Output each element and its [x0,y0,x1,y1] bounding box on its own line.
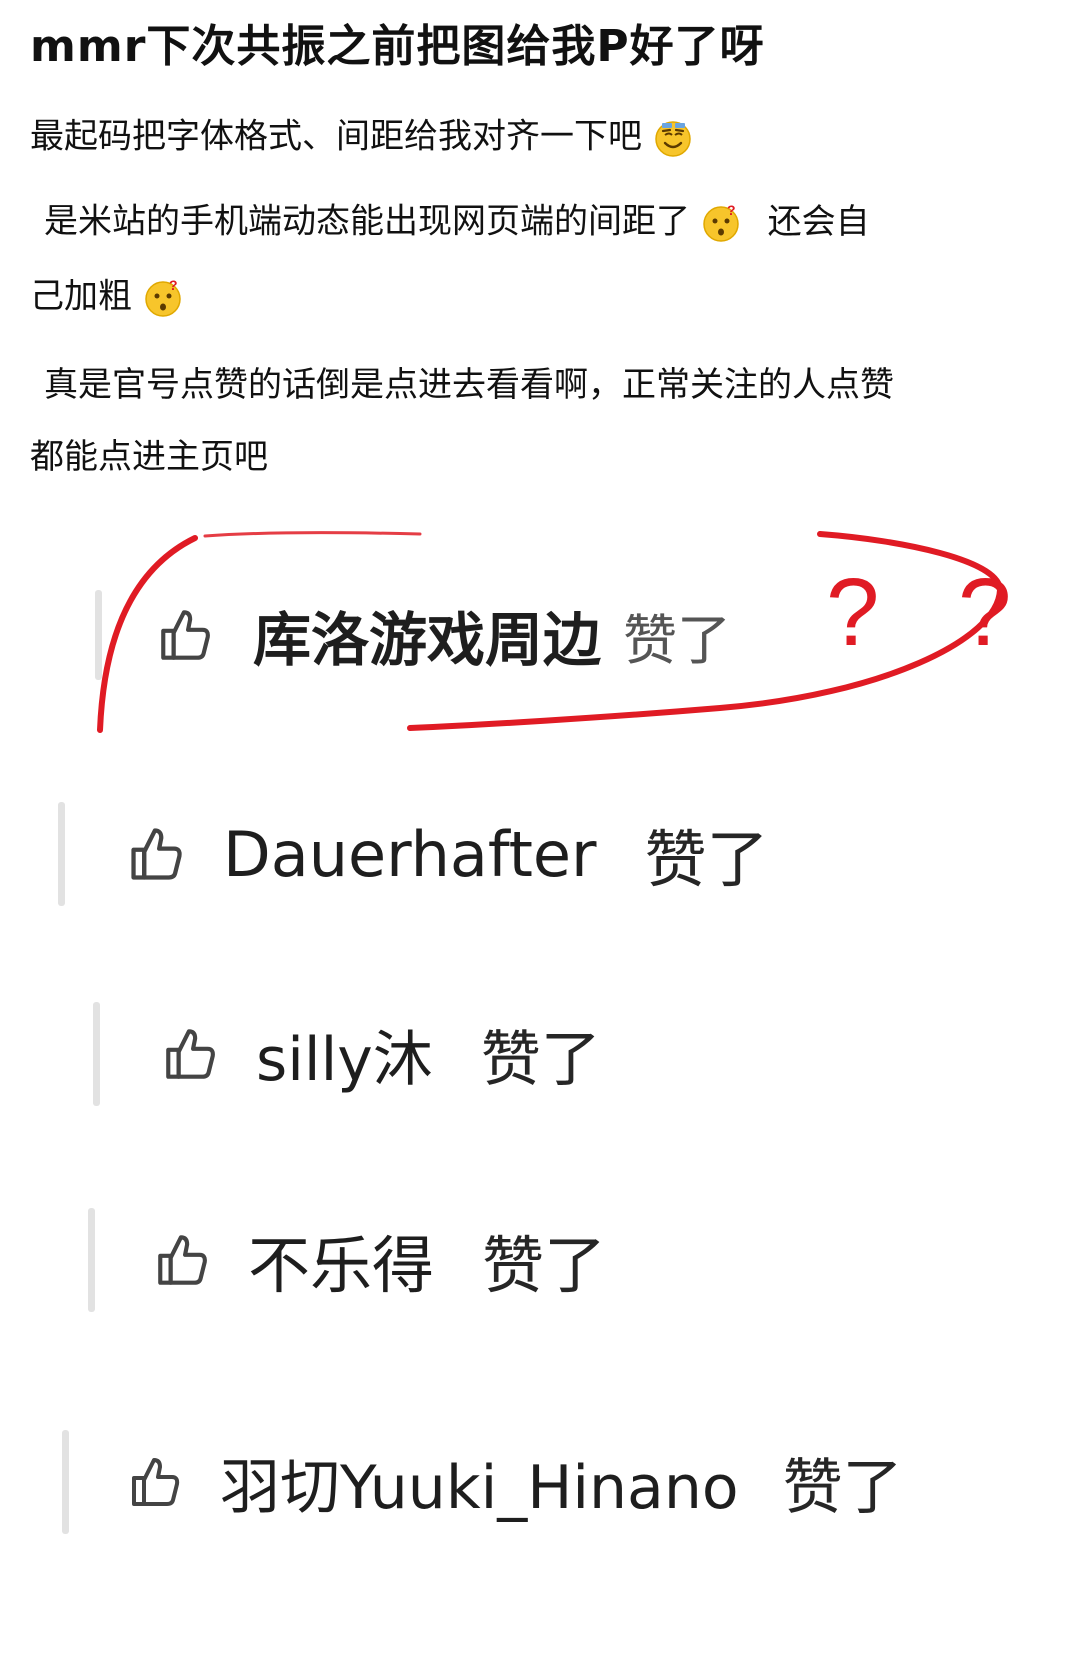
like-user-name[interactable]: 羽切Yuuki_Hinano [220,1439,739,1526]
like-user-name[interactable]: Dauerhafter [223,818,597,891]
post-line-2-cont: 己加粗 ? [30,278,183,318]
row-divider-bar [88,1208,95,1312]
post-line-3a: 真是官号点赞的话倒是点进去看看啊，正常关注的人点赞 [44,365,894,405]
red-circle-annotation: ? ? [97,531,1011,733]
embedded-screenshot: 库洛游戏周边 赞了 ? ? Dauerhafter 赞了 silly沐 赞了 不… [0,520,1080,1658]
like-suffix: 赞了 [480,1024,601,1095]
svg-text:?: ? [727,203,736,218]
post-line-2: 是米站的手机端动态能出现网页端的间距了 ? 还会自 [44,203,870,243]
post-line-1: 最起码把字体格式、间距给我对齐一下吧 [30,118,693,158]
thumbs-up-icon [132,1458,180,1506]
question-mark-annotation: ? [826,559,879,666]
question-mark-annotation: ? [958,559,1011,666]
like-user-name[interactable]: 不乐得 [248,1215,434,1305]
row-divider-bar [58,802,65,906]
post-line-2c-text: 己加粗 [30,276,132,317]
like-suffix: 赞了 [644,823,769,896]
like-row-4[interactable]: 不乐得 赞了 [152,1222,606,1302]
like-suffix: 赞了 [782,1452,903,1523]
like-row-5[interactable]: 羽切Yuuki_Hinano 赞了 [126,1444,903,1523]
svg-text:?: ? [169,278,178,293]
post-line-1-text: 最起码把字体格式、间距给我对齐一下吧 [30,116,642,157]
thumbs-up-icon [166,1029,215,1079]
post-line-2b-text: 还会自 [767,201,870,242]
post-line-3b: 都能点进主页吧 [30,437,268,477]
like-suffix: 赞了 [482,1229,607,1302]
like-user-name[interactable]: silly沐 [256,1011,433,1098]
confused-emoji-icon: ? [703,203,739,242]
row-divider-bar [62,1430,69,1534]
like-row-3[interactable]: silly沐 赞了 [160,1016,601,1095]
post-line-2a-text: 是米站的手机端动态能出现网页端的间距了 [44,201,690,242]
confused-emoji-icon: ? [145,278,181,317]
thumbs-up-icon [158,1235,207,1285]
post-title: mmr下次共振之前把图给我P好了呀 [30,21,765,72]
like-row-2[interactable]: Dauerhafter 赞了 [125,815,769,896]
smile-emoji-icon [655,121,691,157]
thumbs-up-icon [131,828,182,880]
row-divider-bar [93,1002,100,1106]
